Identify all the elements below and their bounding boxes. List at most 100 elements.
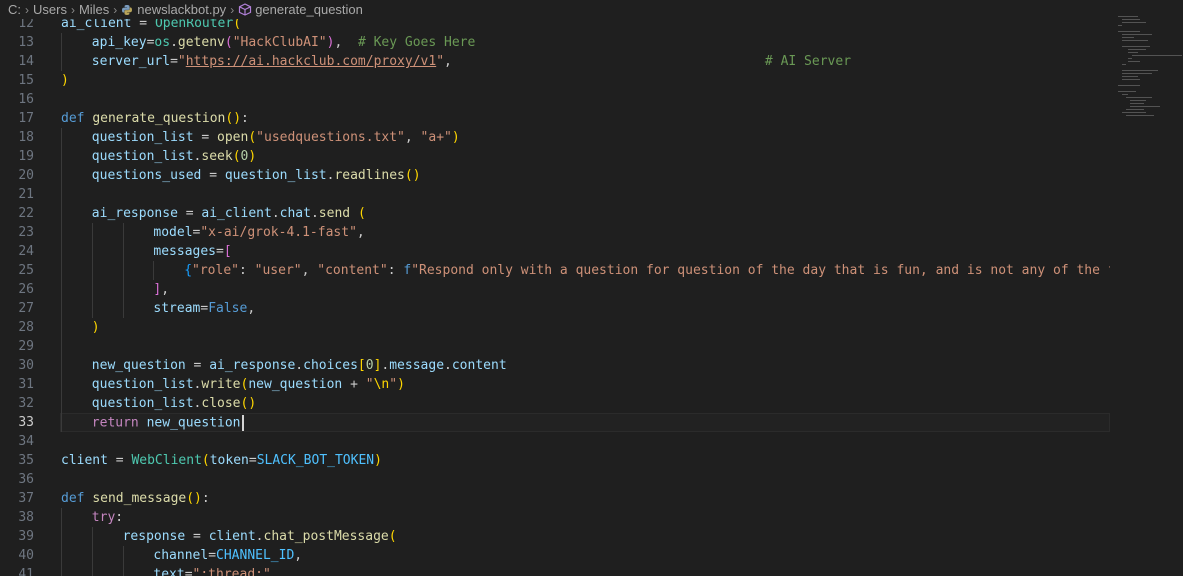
line-number[interactable]: 30 bbox=[0, 358, 34, 373]
line-number[interactable]: 25 bbox=[0, 263, 34, 278]
code-text[interactable]: questions_used = question_list.readlines… bbox=[92, 168, 421, 183]
line-number[interactable]: 21 bbox=[0, 187, 34, 202]
code-text[interactable]: def generate_question(): bbox=[61, 111, 249, 126]
code-text[interactable]: question_list.seek(0) bbox=[92, 149, 256, 164]
code-token: False bbox=[208, 301, 248, 316]
line-number[interactable]: 31 bbox=[0, 377, 34, 392]
code-text[interactable]: client = WebClient(token=SLACK_BOT_TOKEN… bbox=[61, 453, 382, 468]
breadcrumb-symbol[interactable]: generate_question bbox=[255, 2, 363, 17]
code-line[interactable]: 41 text=":thread:" bbox=[0, 565, 1110, 576]
code-text[interactable]: api_key=os.getenv("HackClubAI"), # Key G… bbox=[92, 35, 476, 50]
code-text[interactable]: response = client.chat_postMessage( bbox=[123, 529, 397, 544]
code-token: = bbox=[193, 130, 218, 145]
breadcrumb-drive[interactable]: C: bbox=[8, 2, 21, 17]
code-text[interactable]: ) bbox=[92, 320, 100, 335]
code-line[interactable]: 18 question_list = open("usedquestions.tx… bbox=[0, 128, 1110, 147]
code-line[interactable]: 40 channel=CHANNEL_ID, bbox=[0, 546, 1110, 565]
code-token: , bbox=[444, 54, 765, 69]
code-line[interactable]: 19 question_list.seek(0) bbox=[0, 147, 1110, 166]
line-number[interactable]: 35 bbox=[0, 453, 34, 468]
line-number[interactable]: 34 bbox=[0, 434, 34, 449]
code-token: "role" bbox=[192, 263, 239, 278]
code-line[interactable]: 37 def send_message(): bbox=[0, 489, 1110, 508]
code-line[interactable]: 25 {"role": "user", "content": f"Respond … bbox=[0, 261, 1110, 280]
line-number[interactable]: 32 bbox=[0, 396, 34, 411]
code-line[interactable]: 22 ai_response = ai_client.chat.send ( bbox=[0, 204, 1110, 223]
line-number[interactable]: 39 bbox=[0, 529, 34, 544]
code-text[interactable]: question_list = open("usedquestions.txt"… bbox=[92, 130, 460, 145]
line-number[interactable]: 26 bbox=[0, 282, 34, 297]
line-number[interactable]: 23 bbox=[0, 225, 34, 240]
code-line[interactable]: 24 messages=[ bbox=[0, 242, 1110, 261]
minimap-line bbox=[1122, 34, 1152, 35]
code-text[interactable]: text=":thread:" bbox=[153, 567, 270, 576]
code-token: model bbox=[153, 225, 193, 240]
code-line[interactable]: 21 bbox=[0, 185, 1110, 204]
code-text[interactable]: try: bbox=[92, 510, 123, 525]
code-text[interactable]: messages=[ bbox=[153, 244, 231, 259]
code-text[interactable]: question_list.write(new_question + "\n") bbox=[92, 377, 405, 392]
line-number[interactable]: 41 bbox=[0, 567, 34, 576]
line-number[interactable]: 20 bbox=[0, 168, 34, 183]
code-text[interactable]: ) bbox=[61, 73, 69, 88]
code-line[interactable]: 15) bbox=[0, 71, 1110, 90]
code-line[interactable]: 36 bbox=[0, 470, 1110, 489]
line-number[interactable]: 16 bbox=[0, 92, 34, 107]
code-text[interactable]: channel=CHANNEL_ID, bbox=[153, 548, 302, 563]
code-token: https://ai.hackclub.com/proxy/v1 bbox=[185, 54, 437, 69]
code-line[interactable]: 17 def generate_question(): bbox=[0, 109, 1110, 128]
code-token: 0 bbox=[365, 358, 374, 373]
breadcrumb-folder-miles[interactable]: Miles bbox=[79, 2, 109, 17]
code-line[interactable]: 29 bbox=[0, 337, 1110, 356]
line-number[interactable]: 17 bbox=[0, 111, 34, 126]
code-text[interactable]: server_url="https://ai.hackclub.com/prox… bbox=[92, 54, 851, 69]
code-line[interactable]: 38 try: bbox=[0, 508, 1110, 527]
line-number[interactable]: 28 bbox=[0, 320, 34, 335]
line-number[interactable]: 19 bbox=[0, 149, 34, 164]
code-line[interactable]: 35 client = WebClient(token=SLACK_BOT_TOK… bbox=[0, 451, 1110, 470]
code-text[interactable]: ai_response = ai_client.chat.send ( bbox=[92, 206, 366, 221]
code-text[interactable]: ], bbox=[153, 282, 169, 297]
code-text[interactable]: question_list.close() bbox=[92, 396, 256, 411]
code-line[interactable]: 32 question_list.close() bbox=[0, 394, 1110, 413]
code-text[interactable]: {"role": "user", "content": f"Respond on… bbox=[184, 263, 1110, 278]
line-number[interactable]: 40 bbox=[0, 548, 34, 563]
code-line[interactable]: 27 stream=False, bbox=[0, 299, 1110, 318]
code-text[interactable]: return new_question bbox=[92, 414, 244, 431]
line-number[interactable]: 13 bbox=[0, 35, 34, 50]
code-text[interactable]: stream=False, bbox=[153, 301, 255, 316]
code-line[interactable]: 28) bbox=[0, 318, 1110, 337]
minimap[interactable] bbox=[1116, 16, 1183, 136]
line-number[interactable]: 22 bbox=[0, 206, 34, 221]
line-number[interactable]: 18 bbox=[0, 130, 34, 145]
code-line[interactable]: 26], bbox=[0, 280, 1110, 299]
line-number[interactable]: 36 bbox=[0, 472, 34, 487]
line-number[interactable]: 37 bbox=[0, 491, 34, 506]
code-line[interactable]: 16 bbox=[0, 90, 1110, 109]
code-editor[interactable]: 12 ai_client = OpenRouter(13 api_key=os.ge… bbox=[0, 14, 1110, 576]
code-text[interactable]: model="x-ai/grok-4.1-fast", bbox=[153, 225, 364, 240]
line-number[interactable]: 27 bbox=[0, 301, 34, 316]
code-line[interactable]: 39 response = client.chat_postMessage( bbox=[0, 527, 1110, 546]
code-token: ) bbox=[397, 377, 405, 392]
code-text[interactable]: new_question = ai_response.choices[0].me… bbox=[92, 358, 507, 373]
code-line[interactable]: 13 api_key=os.getenv("HackClubAI"), # Key… bbox=[0, 33, 1110, 52]
code-line[interactable]: 33 return new_question bbox=[0, 413, 1110, 432]
breadcrumb-file[interactable]: newslackbot.py bbox=[137, 2, 226, 17]
code-line[interactable]: 20 questions_used = question_list.readlin… bbox=[0, 166, 1110, 185]
code-line[interactable]: 34 bbox=[0, 432, 1110, 451]
line-number[interactable]: 29 bbox=[0, 339, 34, 354]
breadcrumb-folder-users[interactable]: Users bbox=[33, 2, 67, 17]
code-line[interactable]: 31 question_list.write(new_question + "\n… bbox=[0, 375, 1110, 394]
code-text[interactable]: def send_message(): bbox=[61, 491, 210, 506]
line-number[interactable]: 33 bbox=[0, 415, 34, 430]
line-number[interactable]: 14 bbox=[0, 54, 34, 69]
line-number[interactable]: 15 bbox=[0, 73, 34, 88]
line-number[interactable]: 24 bbox=[0, 244, 34, 259]
indent-guide bbox=[122, 546, 124, 565]
code-line[interactable]: 14 server_url="https://ai.hackclub.com/pr… bbox=[0, 52, 1110, 71]
code-line[interactable]: 23 model="x-ai/grok-4.1-fast", bbox=[0, 223, 1110, 242]
line-number[interactable]: 38 bbox=[0, 510, 34, 525]
code-line[interactable]: 30 new_question = ai_response.choices[0].… bbox=[0, 356, 1110, 375]
minimap-line bbox=[1128, 58, 1132, 59]
